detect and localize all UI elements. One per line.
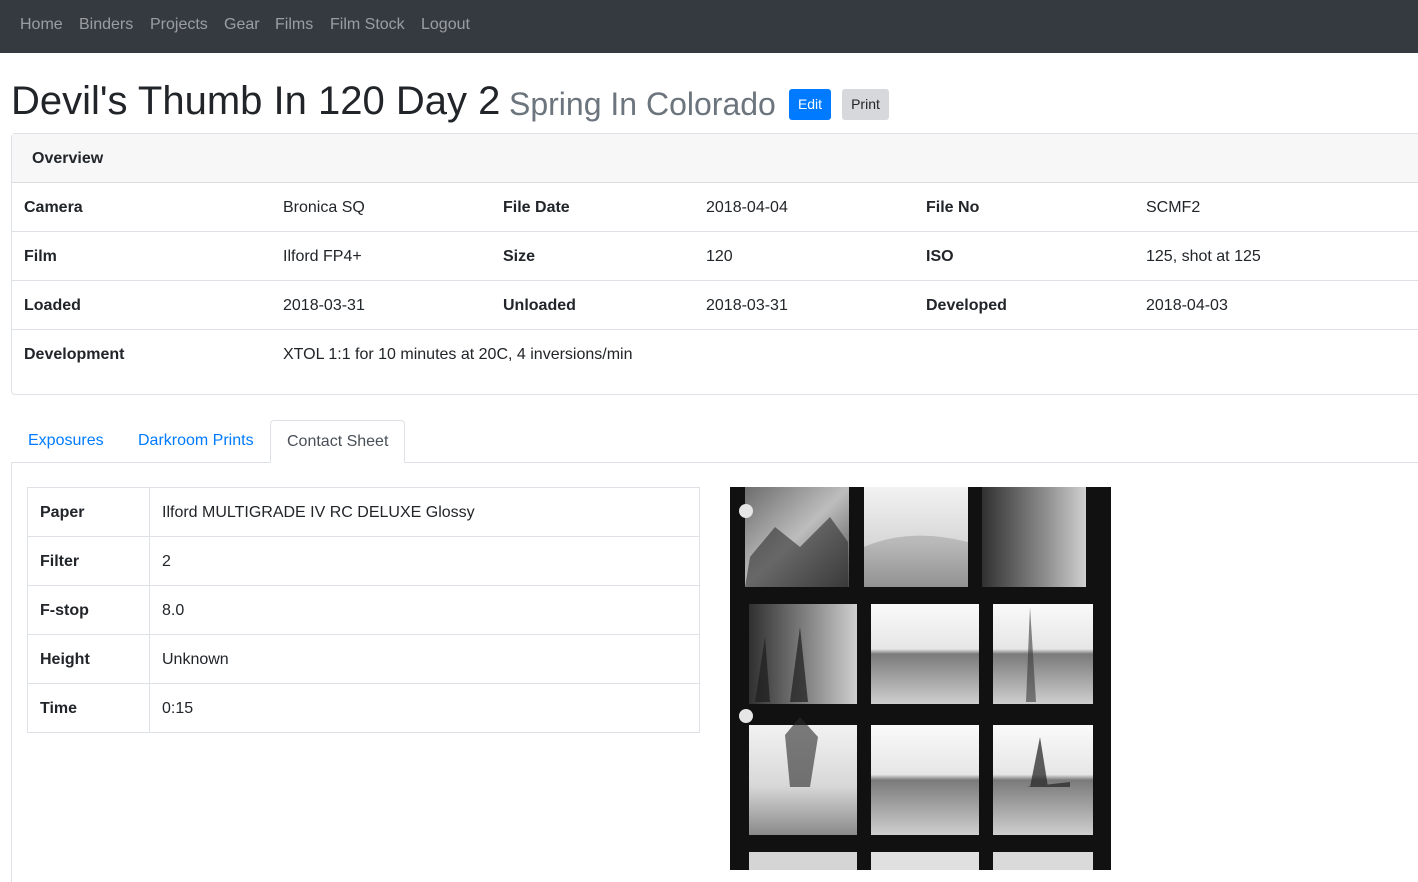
overview-value: 2018-04-04 bbox=[706, 199, 788, 216]
nav-projects-link[interactable]: Projects bbox=[150, 16, 208, 34]
page-header: Devil's Thumb In 120 Day 2 Spring In Col… bbox=[11, 78, 1411, 130]
nav-binders-link[interactable]: Binders bbox=[79, 16, 133, 34]
contact-sheet-image[interactable] bbox=[730, 487, 1111, 870]
overview-label: Loaded bbox=[24, 297, 81, 314]
tab-contact-sheet[interactable]: Contact Sheet bbox=[270, 420, 406, 463]
table-row: Paper Ilford MULTIGRADE IV RC DELUXE Glo… bbox=[28, 488, 699, 537]
contact-sheet-table: Paper Ilford MULTIGRADE IV RC DELUXE Glo… bbox=[27, 487, 700, 733]
tab-darkroom-prints[interactable]: Darkroom Prints bbox=[138, 420, 254, 462]
table-row-label: F-stop bbox=[40, 602, 89, 619]
table-row: Time 0:15 bbox=[28, 684, 699, 733]
overview-label: Camera bbox=[24, 199, 83, 216]
overview-value: 2018-04-03 bbox=[1146, 297, 1228, 314]
page-title: Devil's Thumb In 120 Day 2 bbox=[11, 79, 501, 123]
overview-row: Film Ilford FP4+ Size 120 ISO 125, shot … bbox=[12, 232, 1418, 281]
top-navbar: Home Binders Projects Gear Films Film St… bbox=[0, 0, 1418, 53]
table-row-value: Unknown bbox=[162, 651, 229, 668]
overview-value: 125, shot at 125 bbox=[1146, 248, 1261, 265]
table-row-value: 0:15 bbox=[162, 700, 194, 717]
tab-exposures[interactable]: Exposures bbox=[28, 420, 104, 462]
overview-value: 120 bbox=[706, 248, 733, 265]
overview-label: File Date bbox=[503, 199, 570, 216]
overview-value: SCMF2 bbox=[1146, 199, 1201, 216]
overview-row: Loaded 2018-03-31 Unloaded 2018-03-31 De… bbox=[12, 281, 1418, 330]
nav-logout-link[interactable]: Logout bbox=[421, 16, 470, 34]
overview-card: Overview Camera Bronica SQ File Date 201… bbox=[11, 133, 1418, 395]
nav-gear-link[interactable]: Gear bbox=[224, 16, 260, 34]
table-column-divider bbox=[149, 488, 150, 732]
table-row-label: Filter bbox=[40, 553, 80, 570]
overview-label: File No bbox=[926, 199, 980, 216]
nav-films-link[interactable]: Films bbox=[275, 16, 313, 34]
overview-value: 2018-03-31 bbox=[283, 297, 365, 314]
table-row-value: Ilford MULTIGRADE IV RC DELUXE Glossy bbox=[162, 504, 475, 521]
overview-value: 2018-03-31 bbox=[706, 297, 788, 314]
table-row: Height Unknown bbox=[28, 635, 699, 684]
table-row: F-stop 8.0 bbox=[28, 586, 699, 635]
overview-value: Bronica SQ bbox=[283, 199, 365, 216]
overview-label: ISO bbox=[926, 248, 954, 265]
overview-label: Film bbox=[24, 248, 57, 265]
overview-label: Unloaded bbox=[503, 297, 576, 314]
table-row-value: 8.0 bbox=[162, 602, 185, 619]
print-button[interactable]: Print bbox=[842, 89, 889, 120]
table-row: Filter 2 bbox=[28, 537, 699, 586]
table-row-label: Time bbox=[40, 700, 78, 717]
nav-home-link[interactable]: Home bbox=[20, 16, 63, 34]
table-row-label: Height bbox=[40, 651, 90, 668]
overview-label: Size bbox=[503, 248, 536, 265]
edit-button[interactable]: Edit bbox=[789, 89, 831, 120]
tab-bar: Exposures Darkroom Prints Contact Sheet bbox=[11, 420, 1418, 463]
overview-row: Development XTOL 1:1 for 10 minutes at 2… bbox=[12, 330, 1418, 379]
overview-label: Developed bbox=[926, 297, 1007, 314]
overview-value: XTOL 1:1 for 10 minutes at 20C, 4 invers… bbox=[283, 346, 633, 363]
overview-card-header: Overview bbox=[12, 134, 1418, 183]
table-row-value: 2 bbox=[162, 553, 171, 570]
nav-film-stock-link[interactable]: Film Stock bbox=[330, 16, 405, 34]
overview-value: Ilford FP4+ bbox=[283, 248, 362, 265]
overview-row: Camera Bronica SQ File Date 2018-04-04 F… bbox=[12, 183, 1418, 232]
overview-label: Development bbox=[24, 346, 125, 363]
table-row-label: Paper bbox=[40, 504, 85, 521]
page-subtitle: Spring In Colorado bbox=[509, 86, 776, 122]
overview-heading: Overview bbox=[32, 150, 104, 167]
